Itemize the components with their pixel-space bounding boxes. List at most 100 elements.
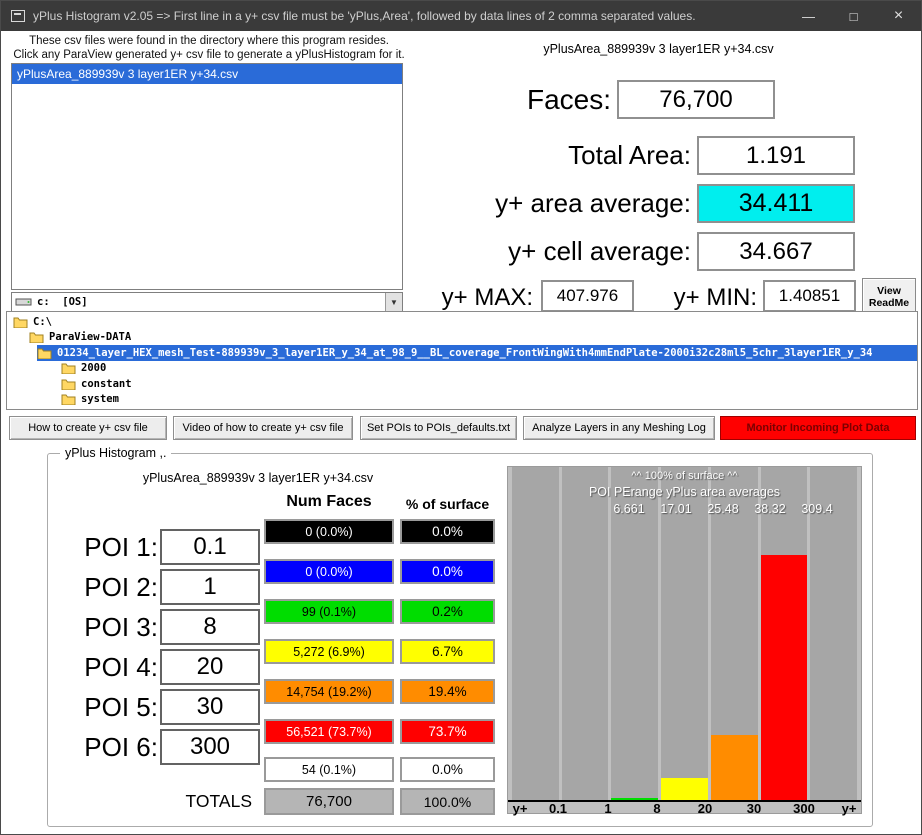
x-axis-label: 30 bbox=[747, 803, 761, 814]
csv-file-item-selected[interactable]: yPlusArea_889939v 3 layer1ER y+34.csv bbox=[12, 64, 402, 84]
drive-icon bbox=[15, 296, 33, 308]
set-pois-defaults-button[interactable]: Set POIs to POIs_defaults.txt bbox=[360, 416, 517, 440]
yplus-max-value: 407.976 bbox=[541, 280, 634, 312]
cell-average-label: y+ cell average: bbox=[381, 236, 691, 267]
num-faces-row-1: 0 (0.0%) bbox=[264, 519, 394, 544]
area-avg-value: 34.411 bbox=[697, 184, 855, 223]
chart-column-3 bbox=[611, 467, 658, 800]
num-faces-overflow: 54 (0.1%) bbox=[264, 757, 394, 782]
chevron-down-icon[interactable]: ▼ bbox=[385, 293, 402, 311]
tree-item-label: 2000 bbox=[81, 362, 106, 374]
readme-button-line1: View bbox=[877, 285, 901, 297]
poi-6-label: POI 6: bbox=[56, 732, 158, 763]
folder-icon bbox=[13, 316, 28, 328]
analyze-layers-button[interactable]: Analyze Layers in any Meshing Log bbox=[523, 416, 715, 440]
poi-5-label: POI 5: bbox=[56, 692, 158, 723]
x-axis-label: 300 bbox=[793, 803, 815, 814]
chart-column-6 bbox=[761, 467, 808, 800]
app-icon bbox=[11, 10, 25, 22]
chart-bar-fill-6 bbox=[761, 555, 808, 800]
poi-1-label: POI 1: bbox=[56, 532, 158, 563]
num-faces-row-5: 14,754 (19.2%) bbox=[264, 679, 394, 704]
faces-label: Faces: bbox=[401, 84, 611, 116]
tree-item-label: ParaView-DATA bbox=[49, 331, 131, 343]
monitor-plot-data-button[interactable]: Monitor Incoming Plot Data bbox=[720, 416, 916, 440]
csv-instructions: These csv files were found in the direct… bbox=[13, 35, 405, 62]
chart-bar-fill-3 bbox=[611, 798, 658, 800]
chart-plot-area bbox=[508, 467, 861, 802]
chart-range-average-5: 309.4 bbox=[801, 502, 832, 516]
x-axis-label: 0.1 bbox=[549, 803, 567, 814]
close-icon[interactable]: × bbox=[876, 1, 921, 31]
folder-icon bbox=[61, 362, 76, 374]
csv-file-listbox[interactable]: yPlusArea_889939v 3 layer1ER y+34.csv bbox=[11, 63, 403, 290]
area-average-label: y+ area average: bbox=[381, 188, 691, 219]
poi-1-input[interactable]: 0.1 bbox=[160, 529, 260, 565]
folder-icon bbox=[29, 331, 44, 343]
poi-5-input[interactable]: 30 bbox=[160, 689, 260, 725]
poi-2-label: POI 2: bbox=[56, 572, 158, 603]
chart-column-2 bbox=[562, 467, 609, 800]
tree-item-drive-root[interactable]: C:\ bbox=[7, 314, 917, 330]
instructions-line-2: Click any ParaView generated y+ csv file… bbox=[13, 49, 405, 63]
directory-tree[interactable]: C:\ ParaView-DATA 01234_layer_HEX_mesh_T… bbox=[6, 311, 918, 410]
tree-item-system[interactable]: system bbox=[7, 392, 917, 408]
pct-row-1: 0.0% bbox=[400, 519, 495, 544]
yplus-histogram-group: yPlus Histogram ,. yPlusArea_889939v 3 l… bbox=[47, 453, 873, 827]
video-how-to-button[interactable]: Video of how to create y+ csv file bbox=[173, 416, 353, 440]
app-window: yPlus Histogram v2.05 => First line in a… bbox=[0, 0, 922, 835]
pct-surface-header: % of surface bbox=[396, 496, 499, 512]
current-csv-filename: yPlusArea_889939v 3 layer1ER y+34.csv bbox=[456, 42, 861, 56]
tree-item-paraview-data[interactable]: ParaView-DATA bbox=[7, 330, 917, 346]
chart-range-average-1: 6.661 bbox=[613, 502, 644, 516]
x-axis-label: 8 bbox=[653, 803, 660, 814]
chart-bar-fill-5 bbox=[711, 735, 758, 800]
total-area-label: Total Area: bbox=[401, 140, 691, 171]
title-bar: yPlus Histogram v2.05 => First line in a… bbox=[1, 1, 921, 31]
cell-avg-value: 34.667 bbox=[697, 232, 855, 271]
how-to-create-csv-button[interactable]: How to create y+ csv file bbox=[9, 416, 167, 440]
chart-range-average-2: 17.01 bbox=[660, 502, 691, 516]
drive-selector[interactable]: c: [OS] ▼ bbox=[11, 292, 403, 312]
chart-column-4 bbox=[661, 467, 708, 800]
total-area-value: 1.191 bbox=[697, 136, 855, 175]
poi-6-input[interactable]: 300 bbox=[160, 729, 260, 765]
num-faces-row-6: 56,521 (73.7%) bbox=[264, 719, 394, 744]
x-axis-label: y+ bbox=[842, 803, 857, 814]
chart-column-7 bbox=[810, 467, 857, 800]
tree-item-label: C:\ bbox=[33, 316, 52, 328]
tree-item-label: constant bbox=[81, 378, 132, 390]
pct-row-2: 0.0% bbox=[400, 559, 495, 584]
tree-item-constant[interactable]: constant bbox=[7, 376, 917, 392]
folder-icon bbox=[61, 393, 76, 405]
poi-4-input[interactable]: 20 bbox=[160, 649, 260, 685]
poi-3-input[interactable]: 8 bbox=[160, 609, 260, 645]
num-faces-row-3: 99 (0.1%) bbox=[264, 599, 394, 624]
pct-row-6: 73.7% bbox=[400, 719, 495, 744]
chart-x-axis: y+ 0.1 1 8 20 30 300 y+ bbox=[508, 803, 861, 814]
tree-item-selected-case-folder[interactable]: 01234_layer_HEX_mesh_Test-889939v_3_laye… bbox=[7, 345, 917, 361]
num-faces-header: Num Faces bbox=[260, 493, 398, 511]
x-axis-label: 20 bbox=[698, 803, 712, 814]
minimize-icon[interactable]: — bbox=[786, 1, 831, 31]
instructions-line-1: These csv files were found in the direct… bbox=[13, 35, 405, 49]
histogram-chart: ^^ 100% of surface ^^ POI PErange yPlus … bbox=[507, 466, 862, 814]
poi-2-input[interactable]: 1 bbox=[160, 569, 260, 605]
chart-range-average-4: 38.32 bbox=[754, 502, 785, 516]
poi-3-label: POI 3: bbox=[56, 612, 158, 643]
chart-column-1 bbox=[512, 467, 559, 800]
yplus-max-label: y+ MAX: bbox=[401, 284, 533, 312]
open-folder-icon bbox=[37, 347, 52, 359]
tree-item-2000[interactable]: 2000 bbox=[7, 361, 917, 377]
window-title: yPlus Histogram v2.05 => First line in a… bbox=[33, 9, 786, 23]
num-faces-row-4: 5,272 (6.9%) bbox=[264, 639, 394, 664]
tree-item-label: 01234_layer_HEX_mesh_Test-889939v_3_laye… bbox=[57, 347, 872, 359]
yplus-min-value: 1.40851 bbox=[763, 280, 856, 312]
pct-overflow: 0.0% bbox=[400, 757, 495, 782]
group-title: yPlus Histogram ,. bbox=[60, 446, 171, 460]
totals-label: TOTALS bbox=[144, 791, 252, 812]
chart-range-average-3: 25.48 bbox=[707, 502, 738, 516]
totals-faces-value: 76,700 bbox=[264, 788, 394, 815]
drive-label: c: [OS] bbox=[37, 296, 88, 308]
maximize-icon[interactable]: □ bbox=[831, 1, 876, 31]
